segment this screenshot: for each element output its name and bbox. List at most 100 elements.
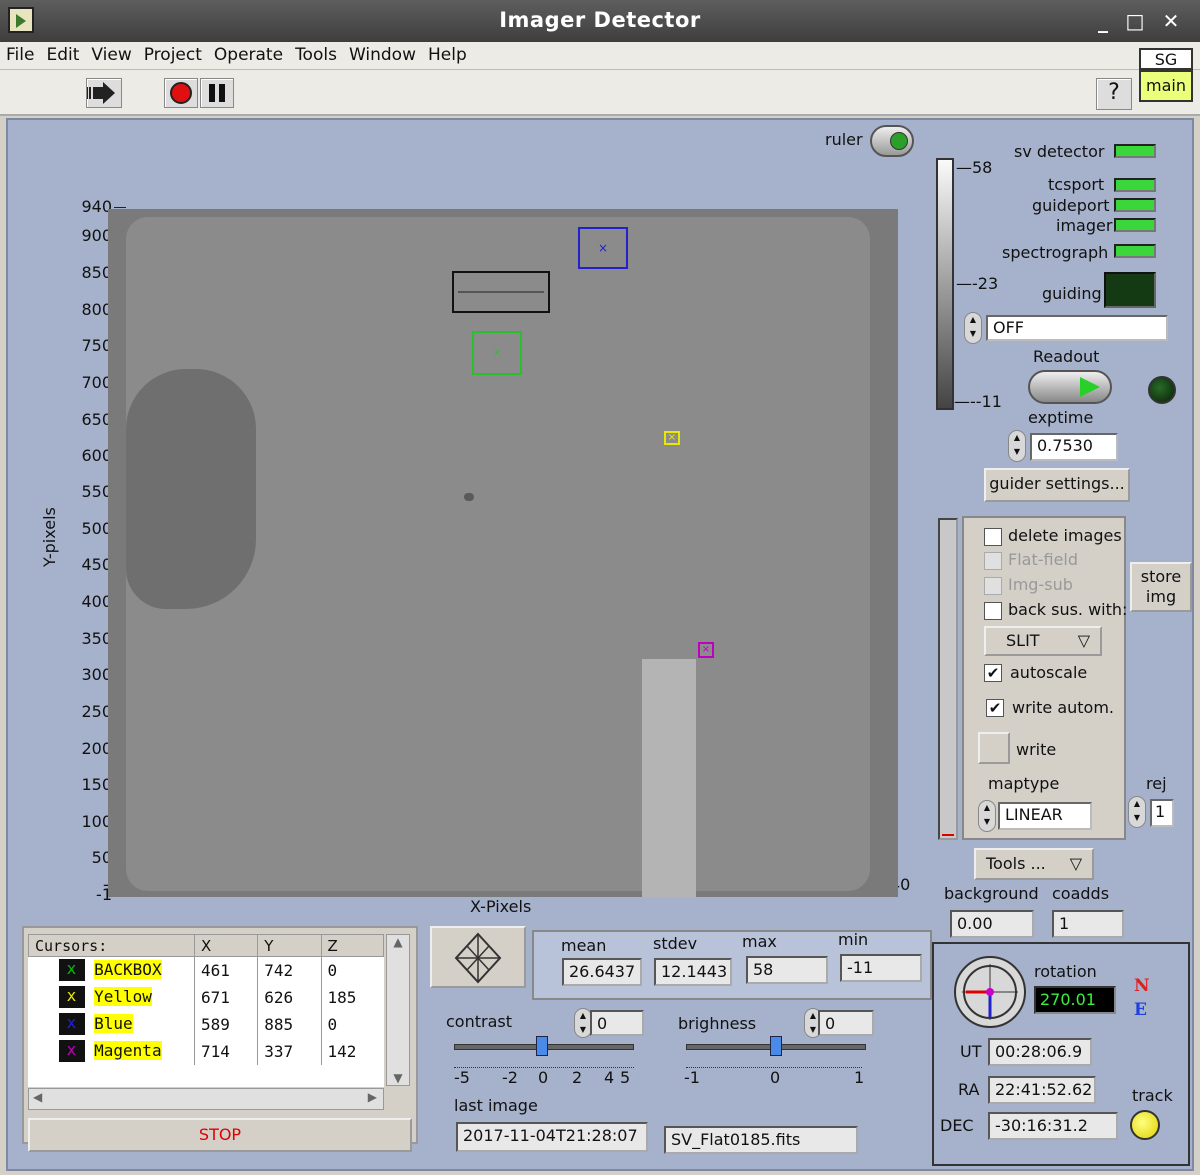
write-autom-checkbox[interactable]: ✔: [986, 699, 1004, 717]
readout-button[interactable]: [1028, 370, 1112, 404]
menu-file[interactable]: File: [0, 42, 40, 65]
backbox-swatch: x: [58, 959, 85, 982]
guiding-led: [1104, 272, 1156, 308]
backbox-cursor-marker[interactable]: x: [472, 331, 522, 375]
brightness-tick-c: 1: [854, 1068, 865, 1087]
backbox-rect[interactable]: [452, 271, 550, 313]
mean-label: mean: [561, 936, 607, 955]
brightness-ticks: [686, 1058, 862, 1068]
magenta-swatch: x: [58, 1040, 85, 1062]
tools-dropdown[interactable]: Tools ... ▽: [974, 848, 1094, 880]
maptype-spinner[interactable]: ▲ ▼: [978, 800, 996, 832]
rej-spinner[interactable]: ▲ ▼: [1128, 796, 1146, 828]
rej-label: rej: [1146, 774, 1167, 793]
ut-field: 00:28:06.9: [988, 1038, 1092, 1066]
cursor-z: 0: [327, 960, 338, 980]
menu-project[interactable]: Project: [138, 42, 208, 65]
exptime-spinner[interactable]: ▲ ▼: [1008, 430, 1026, 462]
ruler-toggle[interactable]: [870, 125, 914, 157]
menu-view[interactable]: View: [85, 42, 137, 65]
cursors-vertical-scrollbar[interactable]: ▲ ▼: [386, 934, 410, 1086]
run-arrow-button[interactable]: [86, 78, 122, 108]
cursor-row-yellow[interactable]: x Yellow 671 626 185: [28, 983, 384, 1011]
exptime-field[interactable]: 0.7530: [1030, 433, 1118, 461]
brightness-field[interactable]: 0: [818, 1010, 874, 1036]
menu-operate[interactable]: Operate: [208, 42, 289, 65]
back-sus-checkbox[interactable]: [984, 602, 1002, 620]
autoscale-checkbox[interactable]: ✔: [984, 664, 1002, 682]
play-icon: [1080, 377, 1100, 397]
readout-led: [1148, 376, 1176, 404]
flat-field-checkbox[interactable]: [984, 552, 1002, 570]
y-tick-label: 50: [91, 848, 112, 867]
pause-button[interactable]: [200, 78, 234, 108]
y-tick-label: 100: [81, 812, 112, 831]
image-plot: Y-pixels 940 900 850 800 750 700 650 600 550 500 4…: [8, 157, 934, 922]
cursors-table: Cursors: X Y Z x BACKBOX 461 742 0 x Yel…: [28, 934, 384, 1087]
blue-cursor-marker[interactable]: ×: [578, 227, 628, 269]
yellow-swatch: x: [58, 986, 85, 1008]
guider-settings-button[interactable]: guider settings...: [984, 468, 1130, 502]
run-arrow-icon: [86, 82, 115, 104]
rej-field[interactable]: 1: [1150, 799, 1174, 827]
help-button[interactable]: ?: [1096, 78, 1132, 110]
write-button[interactable]: [978, 732, 1010, 764]
store-img-button[interactable]: store img: [1130, 562, 1192, 612]
y-tick-label: 300: [81, 665, 112, 684]
record-button[interactable]: [164, 78, 198, 108]
contrast-ticks: [454, 1058, 634, 1068]
x-header: X: [193, 934, 259, 957]
maptype-field[interactable]: LINEAR: [998, 802, 1092, 830]
menu-edit[interactable]: Edit: [40, 42, 85, 65]
mean-field: 26.6437: [562, 958, 642, 986]
brightness-slider[interactable]: [678, 1036, 878, 1056]
main-indicator[interactable]: main: [1139, 70, 1193, 102]
cursor-x: 461: [194, 956, 259, 984]
guideport-label: guideport: [1032, 196, 1110, 215]
y-tick-label: 350: [81, 629, 112, 648]
contrast-slider[interactable]: [446, 1036, 646, 1056]
contrast-field[interactable]: 0: [590, 1010, 644, 1036]
magenta-cursor-marker[interactable]: ×: [698, 642, 714, 658]
blue-swatch: x: [58, 1013, 85, 1035]
cursor-y: 626: [257, 983, 322, 1011]
cursor-row-magenta[interactable]: x Magenta 714 337 142: [28, 1037, 384, 1065]
main-panel: ruler Y-pixels 940 900 850 800 750 700 650 600 5…: [6, 118, 1194, 1171]
chevron-down-icon: ▽: [1069, 854, 1082, 873]
menu-tools[interactable]: Tools: [289, 42, 343, 65]
track-label: track: [1132, 1086, 1173, 1105]
cursor-row-blue[interactable]: x Blue 589 885 0: [28, 1010, 384, 1038]
dark-region: [126, 369, 256, 609]
background-field[interactable]: 0.00: [950, 910, 1034, 938]
cursor-row-backbox[interactable]: x BACKBOX 461 742 0: [28, 956, 384, 984]
readout-mode-spinner[interactable]: ▲ ▼: [964, 312, 982, 344]
tcsport-label: tcsport: [1048, 175, 1105, 194]
y-tick-label: 600: [81, 446, 112, 465]
img-sub-checkbox[interactable]: [984, 577, 1002, 595]
guideport-led: [1114, 198, 1156, 212]
stop-button[interactable]: STOP: [28, 1118, 412, 1152]
colorbar[interactable]: [936, 158, 954, 410]
menu-window[interactable]: Window: [343, 42, 422, 65]
menu-help[interactable]: Help: [422, 42, 473, 65]
yellow-cursor-marker[interactable]: ×: [664, 431, 680, 445]
cursor-z: 142: [327, 1041, 357, 1061]
max-field: 58: [746, 956, 828, 984]
close-button[interactable]: ✕: [1158, 8, 1184, 34]
delete-images-checkbox[interactable]: [984, 528, 1002, 546]
y-tick-label: 150: [81, 775, 112, 794]
contrast-tick-d: 2: [572, 1068, 583, 1087]
cursor-z: 0: [327, 1014, 338, 1034]
slit-dropdown[interactable]: SLIT ▽: [984, 626, 1102, 656]
write-autom-label: write autom.: [1012, 698, 1114, 717]
maximize-button[interactable]: □: [1122, 8, 1148, 34]
cursors-horizontal-scrollbar[interactable]: ◀ ▶: [28, 1088, 384, 1110]
record-icon: [170, 82, 192, 104]
max-label: max: [742, 932, 777, 951]
minimize-button[interactable]: _: [1090, 8, 1116, 34]
y-header: Y: [257, 934, 322, 957]
pan-button[interactable]: [430, 926, 526, 988]
detector-image[interactable]: x × × ×: [108, 209, 898, 897]
readout-mode-field[interactable]: OFF: [986, 315, 1168, 341]
coadds-field[interactable]: 1: [1052, 910, 1124, 938]
